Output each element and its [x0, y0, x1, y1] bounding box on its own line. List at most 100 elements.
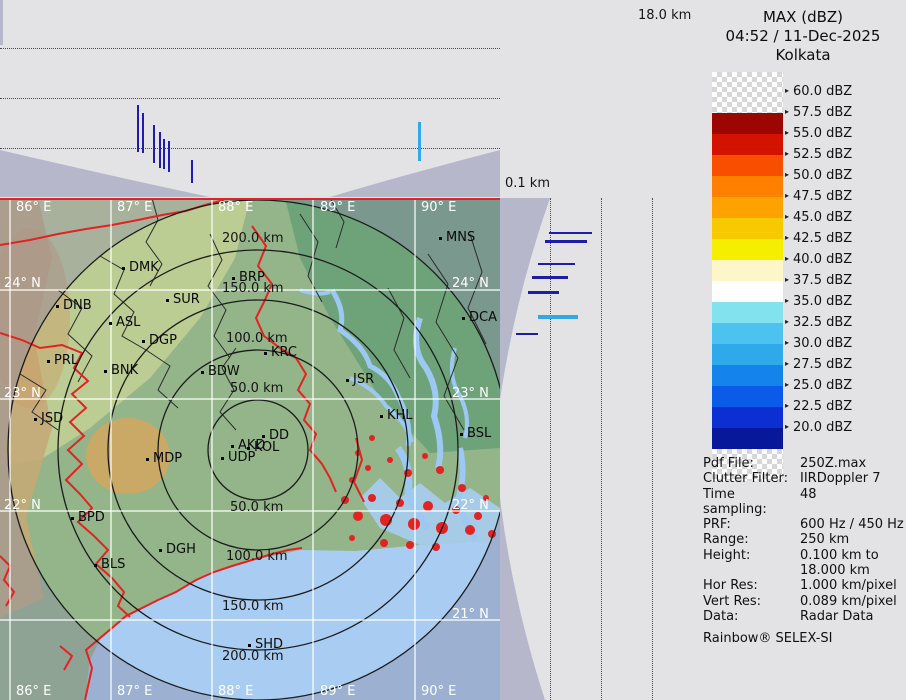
tick-arrow-icon: ▸ — [785, 191, 789, 200]
metadata-row: Data:Radar Data — [703, 609, 905, 624]
product-title: MAX (dBZ) — [700, 8, 906, 26]
longitude-label: 87° E — [117, 684, 152, 699]
latitude-label: 21° N — [452, 607, 489, 622]
city-marker — [71, 517, 74, 520]
metadata-key: Clutter Filter: — [703, 471, 800, 486]
metadata-value: 250 km — [800, 532, 849, 547]
longitude-label: 90° E — [421, 200, 456, 215]
legend-color-block — [712, 134, 783, 155]
legend-tick: ▸52.5 dBZ — [785, 147, 852, 162]
legend-tick: ▸32.5 dBZ — [785, 315, 852, 330]
city-marker — [231, 445, 234, 448]
legend-tick: ▸37.5 dBZ — [785, 273, 852, 288]
legend-tick-label: 42.5 dBZ — [793, 231, 852, 246]
metadata-row: Hor Res:1.000 km/pixel — [703, 578, 905, 593]
city-marker — [146, 458, 149, 461]
tick-arrow-icon: ▸ — [785, 401, 789, 410]
city-marker — [56, 305, 59, 308]
tick-arrow-icon: ▸ — [785, 359, 789, 368]
echo-bar — [516, 333, 538, 335]
range-ring-label: 50.0 km — [230, 381, 283, 396]
city-marker — [462, 317, 465, 320]
tick-arrow-icon: ▸ — [785, 128, 789, 137]
city-marker — [47, 360, 50, 363]
legend-tick-label: 57.5 dBZ — [793, 105, 852, 120]
legend-tick-label: 40.0 dBZ — [793, 252, 852, 267]
tick-arrow-icon: ▸ — [785, 86, 789, 95]
longitude-label: 87° E — [117, 200, 152, 215]
legend-tick: ▸ 55.0 dBZ — [785, 126, 852, 141]
echo-bar — [418, 122, 421, 161]
metadata-value: 0.089 km/pixel — [800, 594, 897, 609]
city-label: MDP — [153, 451, 182, 466]
legend-color-block — [712, 260, 783, 281]
legend-tick: ▸45.0 dBZ — [785, 210, 852, 225]
legend-tick: ▸ 60.0 dBZ — [785, 84, 852, 99]
metadata-row: Vert Res:0.089 km/pixel — [703, 594, 905, 609]
metadata-value: 1.000 km/pixel — [800, 578, 897, 593]
city-marker — [166, 299, 169, 302]
metadata-key: Height: — [703, 548, 800, 579]
city-label: DGH — [166, 542, 196, 557]
city-label: DCA — [469, 310, 497, 325]
legend-color-block — [712, 281, 783, 302]
city-label: DNB — [63, 298, 92, 313]
height-axis-max-label: 18.0 km — [638, 8, 691, 23]
echo-bars-right — [500, 198, 700, 700]
city-marker — [439, 237, 442, 240]
city-marker — [346, 379, 349, 382]
software-signature: Rainbow® SELEX-SI — [703, 631, 905, 646]
city-marker — [109, 322, 112, 325]
city-label: BDW — [208, 364, 240, 379]
longitude-label: 86° E — [16, 200, 51, 215]
city-label: SUR — [173, 292, 200, 307]
legend-tick-label: 55.0 dBZ — [793, 126, 852, 141]
latitude-label: 23° N — [452, 386, 489, 401]
range-ring-label: 200.0 km — [222, 231, 284, 246]
tick-arrow-icon: ▸ — [785, 170, 789, 179]
city-label: BLS — [101, 557, 125, 572]
city-marker — [34, 418, 37, 421]
legend-tick-label: 30.0 dBZ — [793, 336, 852, 351]
metadata-value: 250Z.max — [800, 456, 866, 471]
legend-tick-label: 47.5 dBZ — [793, 189, 852, 204]
tick-arrow-icon: ▸ — [785, 107, 789, 116]
tick-arrow-icon: ▸ — [785, 254, 789, 263]
height-projection-panel-right — [500, 198, 700, 700]
metadata-row: Clutter Filter:IIRDoppler 7 — [703, 471, 905, 486]
city-label: BPD — [78, 510, 105, 525]
legend-color-block — [712, 386, 783, 407]
legend-tick-label: 60.0 dBZ — [793, 84, 852, 99]
longitude-label: 89° E — [320, 200, 355, 215]
legend-color-block — [712, 302, 783, 323]
longitude-label: 89° E — [320, 684, 355, 699]
city-label: UDP — [228, 450, 255, 465]
legend-tick: ▸ 57.5 dBZ — [785, 105, 852, 120]
tick-arrow-icon: ▸ — [785, 380, 789, 389]
legend-tick-label: 32.5 dBZ — [793, 315, 852, 330]
legend-color-block — [712, 113, 783, 134]
latitude-label: 23° N — [4, 386, 41, 401]
station-name: Kolkata — [700, 46, 906, 64]
echo-bar — [549, 232, 592, 234]
city-marker — [201, 371, 204, 374]
metadata-value: 600 Hz / 450 Hz — [800, 517, 904, 532]
metadata-row: Pdf File:250Z.max — [703, 456, 905, 471]
city-marker — [460, 433, 463, 436]
echo-bars-top — [0, 0, 500, 197]
height-axis-origin-label: 0.1 km — [505, 176, 550, 191]
legend-tick-label: 20.0 dBZ — [793, 420, 852, 435]
legend-panel: MAX (dBZ) 04:52 / 11-Dec-2025 Kolkata ▸6… — [700, 0, 906, 700]
legend-color-block — [712, 428, 783, 449]
echo-bar — [538, 315, 578, 319]
city-marker — [380, 415, 383, 418]
longitude-label: 88° E — [218, 200, 253, 215]
city-marker — [94, 564, 97, 567]
city-label: KRC — [271, 345, 297, 360]
latitude-label: 22° N — [452, 498, 489, 513]
echo-bar — [159, 132, 161, 168]
legend-tick-label: 35.0 dBZ — [793, 294, 852, 309]
city-label: BSL — [467, 426, 491, 441]
legend-color-block — [712, 72, 783, 113]
legend-tick: ▸50.0 dBZ — [785, 168, 852, 183]
